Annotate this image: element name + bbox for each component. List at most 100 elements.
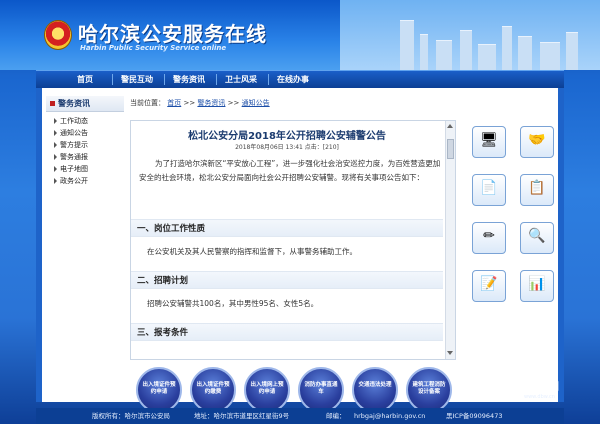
sidebar-item-label: 警方提示 [60,141,88,149]
service-label: 网上报备 [522,305,552,314]
chart-icon: 📊 [520,270,554,302]
service-online-report[interactable]: ✏ 网上举报 [470,222,508,274]
document-icon: 📄 [472,174,506,206]
scroll-down-icon[interactable] [447,351,453,355]
article-intro: 为了打造哈尔滨新区“平安放心工程”，进一步强化社会治安巡控力度，为百姓营造更加安… [139,159,441,182]
skyline-building [478,44,496,70]
service-label: 网上申办 [474,305,504,314]
arrow-right-icon [54,130,57,136]
query-icon: 🔍 [520,222,554,254]
nav-item-guards[interactable]: 卫士风采 [216,72,266,87]
quick-link-label: 消防办事直通车 [304,382,338,395]
police-emblem-icon [44,20,72,50]
service-online-help[interactable]: 🤝 网上求助 [518,126,556,178]
skyline-building [502,26,512,70]
report-icon: ✏ [472,222,506,254]
article-title: 松北公安分局2018年公开招聘公安辅警公告 [188,131,386,142]
sidebar-item-work-news[interactable]: 工作动态 [54,116,88,126]
arrow-right-icon [54,142,57,148]
nav-item-home[interactable]: 首页 [60,72,110,87]
scroll-up-icon[interactable] [447,124,453,128]
nav-item-interaction[interactable]: 警民互动 [112,72,162,87]
monitor-icon: 🖥 [472,126,506,158]
quick-link-label: 出入境证件预约缴费 [196,382,230,395]
sidebar-item-label: 电子地图 [60,165,88,173]
breadcrumb-prefix: 当前位置： [130,99,165,107]
service-label: 网上咨询 [474,161,504,170]
service-label: 网上举报 [474,257,504,266]
sidebar-item-bulletins[interactable]: 警务通报 [54,152,88,162]
skyline-building [420,34,428,70]
scroll-thumb[interactable] [447,139,454,159]
breadcrumb-section[interactable]: 警务资讯 [197,99,225,107]
service-online-query[interactable]: 🔍 网上查询 [518,222,556,274]
sidebar-item-label: 通知公告 [60,129,88,137]
section-heading: 一、岗位工作性质 [131,219,443,237]
article-scrollbar[interactable] [445,121,455,359]
sidebar-item-notices[interactable]: 通知公告 [54,128,88,138]
service-label: 网上投诉 [522,209,552,218]
skyline-building [436,40,452,70]
site-header: 哈尔滨公安服务在线 Harbin Public Security Service… [0,0,600,70]
quick-link-label: 交通违法处理 [358,382,392,388]
sidebar-item-gov-affairs[interactable]: 政务公开 [54,176,88,186]
service-online-consult[interactable]: 🖥 网上咨询 [470,126,508,178]
service-online-suggest[interactable]: 📄 网上建议 [470,174,508,226]
quick-link-traffic-violation[interactable]: 交通违法处理 [352,367,398,413]
quick-link-exit-entry-apply[interactable]: 出入境证件预约申请 [136,367,182,413]
footer-icp[interactable]: 黑ICP备09096473 [446,408,502,424]
site-title: 哈尔滨公安服务在线 [78,22,267,46]
left-sidebar: 警务资讯 工作动态 通知公告 警方提示 警务通报 电子地图 政务公开 [46,96,124,214]
service-label: 网上查询 [522,257,552,266]
sidebar-title-label: 警务资讯 [58,99,90,108]
sidebar-item-police-tips[interactable]: 警方提示 [54,140,88,150]
service-online-apply[interactable]: 📝 网上申办 [470,270,508,322]
quick-link-label: 建筑工程消防设计备案 [412,382,446,395]
main-nav: 首页 警民互动 警务资讯 卫士风采 在线办事 [36,70,564,88]
arrow-right-icon [54,118,57,124]
quick-link-label: 出入境证件预约申请 [142,382,176,395]
watermark-logo-icon: 東 [492,376,519,406]
sidebar-item-label: 政务公开 [60,177,88,185]
nav-item-news[interactable]: 警务资讯 [164,72,214,87]
service-label: 网上求助 [522,161,552,170]
breadcrumb-home[interactable]: 首页 [167,99,181,107]
service-label: 网上建议 [474,209,504,218]
section-heading: 二、招聘计划 [131,271,443,289]
sidebar-item-label: 警务通报 [60,153,88,161]
complaint-icon: 📋 [520,174,554,206]
skyline-building [518,36,532,70]
section-text: 在公安机关及其人民警察的指挥和监督下，从事警务辅助工作。 [147,247,357,256]
service-online-complaint[interactable]: 📋 网上投诉 [518,174,556,226]
footer-email[interactable]: hrbgaj@harbin.gov.cn [354,408,425,424]
quick-link-exit-entry-online[interactable]: 出入境网上预约申请 [244,367,290,413]
quick-link-fire-design-filing[interactable]: 建筑工程消防设计备案 [406,367,452,413]
sidebar-item-label: 工作动态 [60,117,88,125]
breadcrumb-separator: >> [227,99,240,107]
breadcrumb-separator: >> [183,99,196,107]
arrow-right-icon [54,166,57,172]
footer-address: 地址：哈尔滨市道里区红星街9号 [194,412,290,420]
quick-link-exit-entry-pay[interactable]: 出入境证件预约缴费 [190,367,236,413]
skyline-building [400,20,414,70]
quick-link-label: 出入境网上预约申请 [250,382,284,395]
skyline-building [566,32,578,70]
service-online-filing[interactable]: 📊 网上报备 [518,270,556,322]
skyline-building [540,42,560,70]
quick-link-fire-service[interactable]: 消防办事直通车 [298,367,344,413]
nav-item-online-service[interactable]: 在线办事 [268,72,318,87]
watermark-name: 东北网 [524,380,560,393]
arrow-right-icon [54,178,57,184]
handshake-icon: 🤝 [520,126,554,158]
site-footer: 版权所有：哈尔滨市公安局 地址：哈尔滨市道里区红星街9号 邮编： hrbgaj@… [36,408,564,424]
section-text: 招聘公安辅警共100名，其中男性95名、女性5名。 [147,299,319,308]
article-panel: 松北公安分局2018年公开招聘公安辅警公告 2018年08月06日 13:41 … [130,120,456,360]
footer-copyright: 版权所有：哈尔滨市公安局 [92,412,170,420]
watermark-url: www.dbw.cn [524,394,555,400]
skyline-building [460,30,472,70]
breadcrumb-current[interactable]: 通知公告 [242,99,270,107]
breadcrumb: 当前位置： 首页 >> 警务资讯 >> 通知公告 [130,96,460,110]
article-meta: 2018年08月06日 13:41 点击：[210] [235,144,339,151]
sidebar-item-map[interactable]: 电子地图 [54,164,88,174]
watermark: 東 东北网 www.dbw.cn [492,370,600,410]
